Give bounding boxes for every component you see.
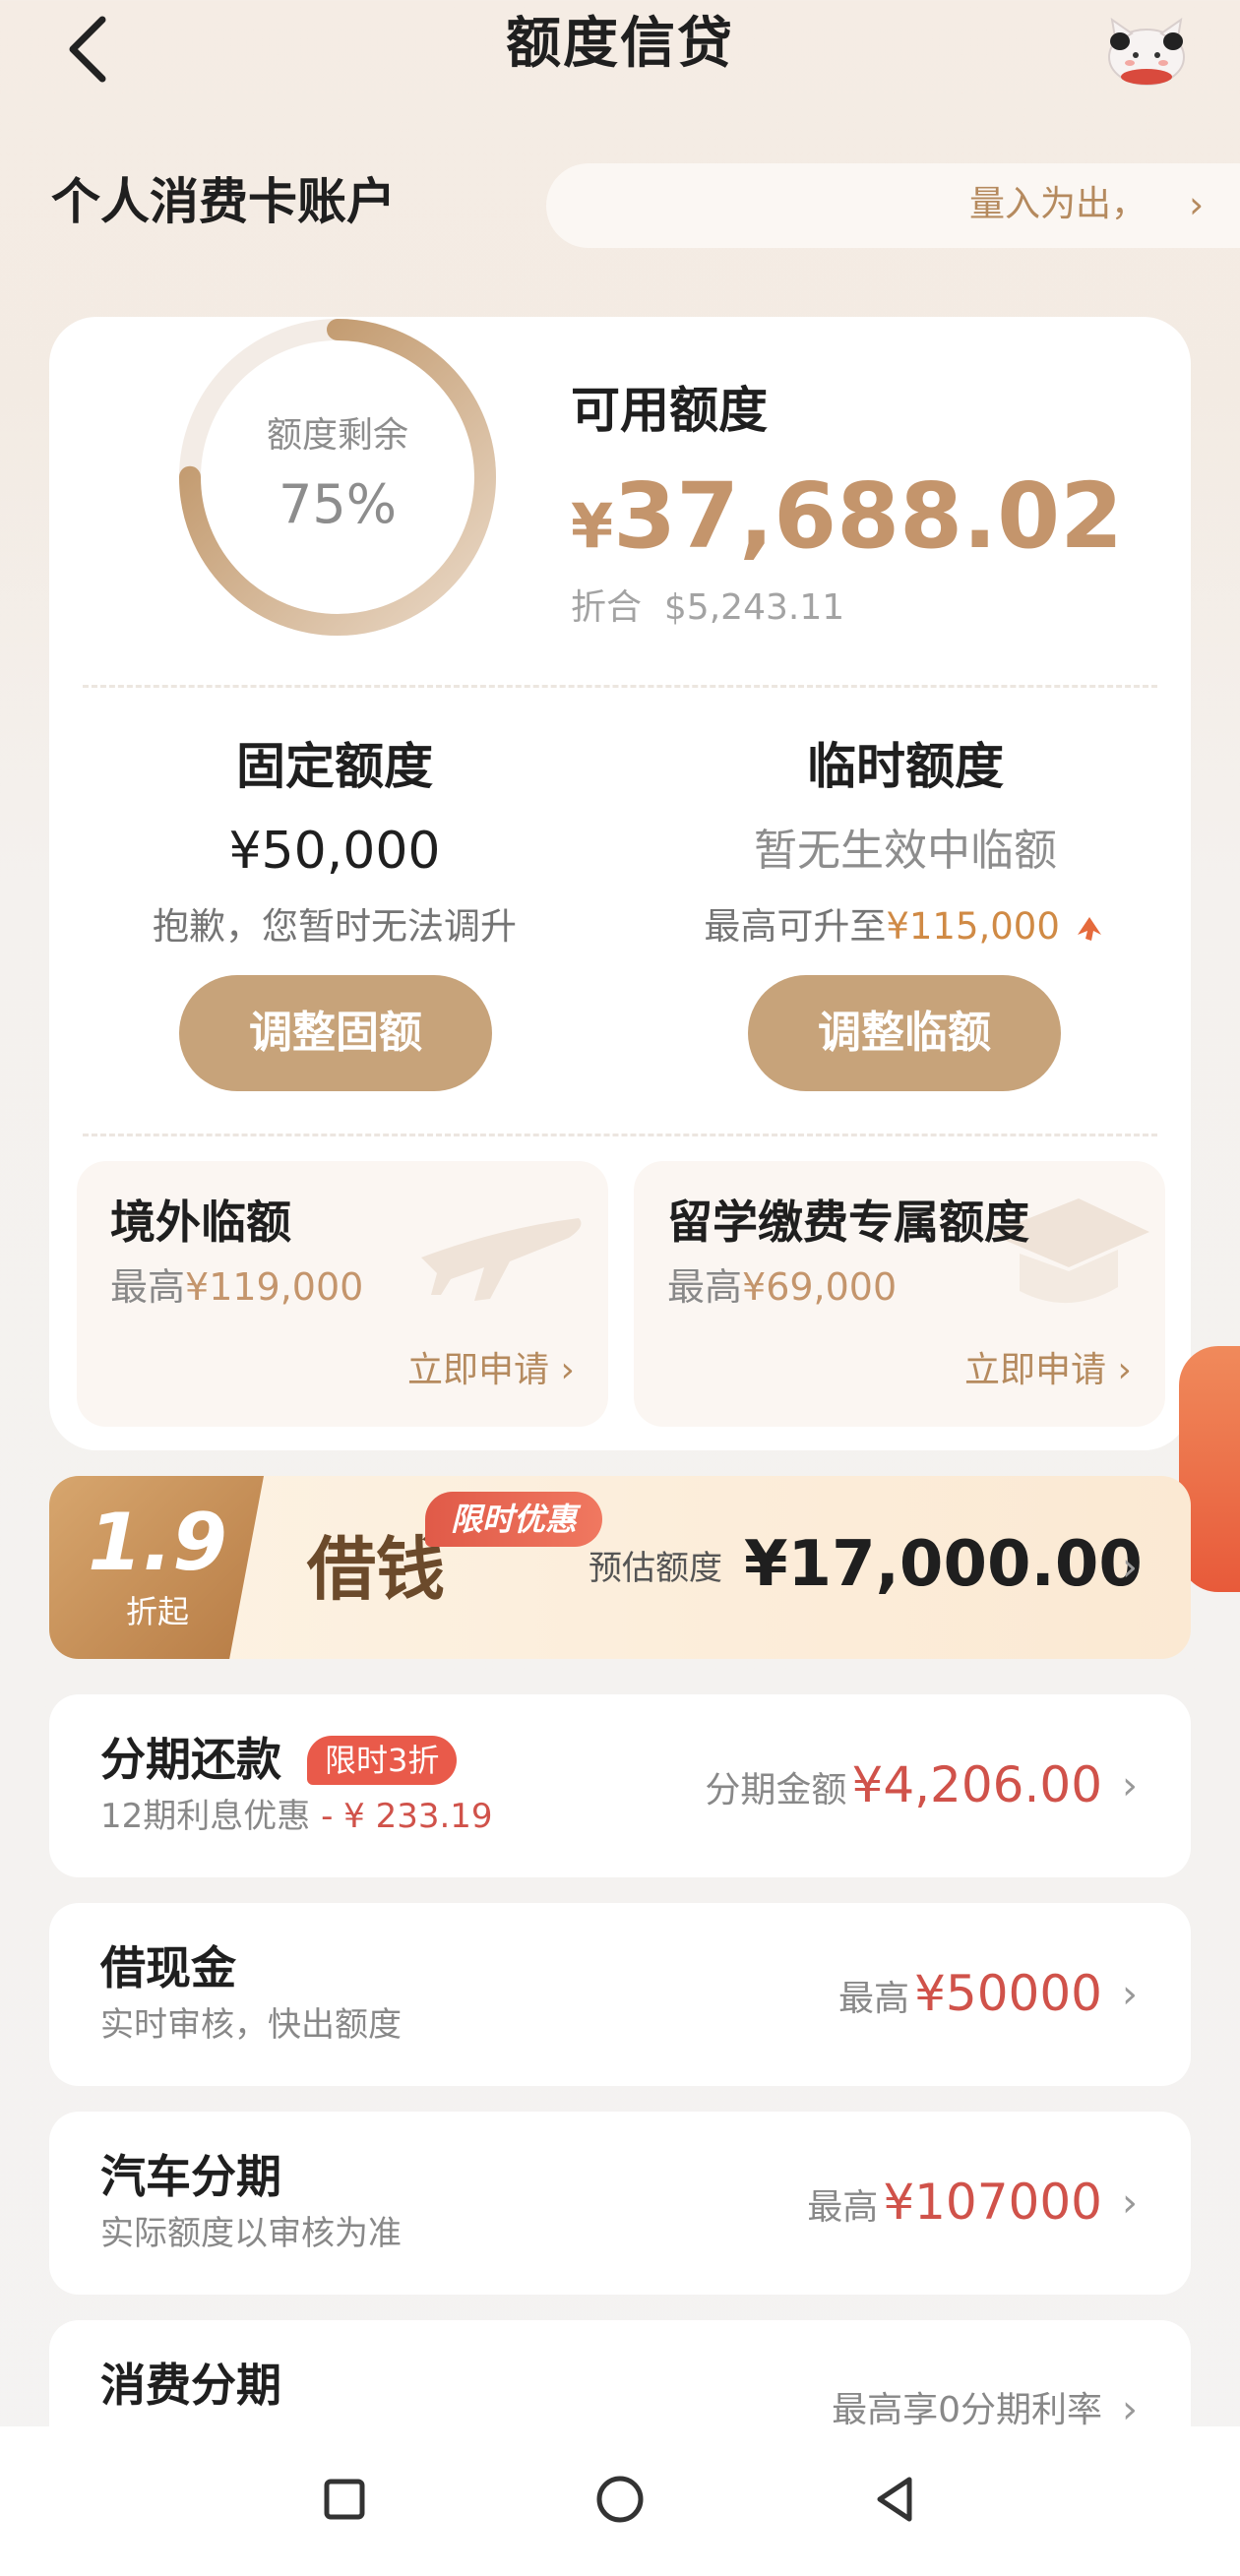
row-subtitle: 12期利息优惠 - ¥ 233.19: [100, 1793, 493, 1840]
row-subtitle: 实际额度以审核为准: [100, 2214, 402, 2253]
temp-limit-value: 暂无生效中临额: [754, 826, 1057, 876]
overseas-limit-sub: 最高¥119,000: [110, 1261, 363, 1313]
row-right: 分期金额 ¥4,206.00: [705, 1755, 1102, 1820]
discount-sub: 折起: [125, 1593, 189, 1630]
row-title: 分期还款: [100, 1733, 281, 1786]
row-right: 最高 ¥50000: [838, 1964, 1102, 2029]
divider: [83, 1134, 1157, 1136]
overseas-apply-link[interactable]: 立即申请 ›: [407, 1346, 575, 1395]
row-title: 汽车分期: [100, 2150, 281, 2203]
chevron-right-icon: ›: [1189, 183, 1205, 226]
limited-offer-tag: 限时优惠: [425, 1492, 602, 1547]
study-abroad-limit-sub: 最高¥69,000: [667, 1261, 897, 1313]
fixed-limit-title: 固定额度: [236, 738, 433, 795]
chevron-right-icon: ›: [1122, 1763, 1138, 1809]
airplane-icon: [421, 1218, 582, 1301]
available-amount: ¥37,688.02: [571, 462, 1123, 581]
row-right-label: 最高: [807, 2187, 879, 2228]
row-right-amount: ¥4,206.00: [851, 1756, 1102, 1813]
up-arrow-icon: [1077, 917, 1101, 941]
chevron-right-icon: ›: [1122, 1972, 1138, 2017]
overseas-limit-sub-prefix: 最高: [110, 1265, 186, 1309]
temp-limit-max-amount: ¥115,000: [886, 905, 1060, 948]
discount-value: 1.9: [88, 1497, 227, 1588]
back-arrow-icon: [69, 16, 106, 83]
row-subtitle: 实时审核，快出额度: [100, 2005, 402, 2045]
interest-discount-amount: - ¥ 233.19: [310, 1797, 493, 1836]
row-subtitle-text: 12期利息优惠: [100, 1797, 311, 1836]
study-abroad-limit-amount: ¥69,000: [742, 1265, 898, 1309]
overseas-limit-amount: ¥119,000: [185, 1265, 364, 1309]
adjust-temp-limit-button[interactable]: 调整临额: [748, 975, 1061, 1091]
estimated-limit-amount: ¥17,000.00: [744, 1528, 1143, 1601]
divider: [83, 685, 1157, 688]
usd-amount: $5,243.11: [663, 587, 845, 628]
temp-limit-note: 最高可升至¥115,000: [620, 901, 1191, 952]
usd-prefix: 折合: [571, 587, 643, 628]
study-abroad-apply-link[interactable]: 立即申请 ›: [964, 1346, 1132, 1395]
circle-icon[interactable]: [581, 2460, 659, 2539]
row-right-amount: ¥50000: [914, 1965, 1102, 2022]
slogan-text[interactable]: 量入为出，: [969, 181, 1147, 228]
available-label: 可用额度: [571, 382, 768, 439]
promo-title: 借钱: [307, 1528, 445, 1610]
triangle-back-icon[interactable]: [856, 2460, 935, 2539]
usd-equivalent: 折合 $5,243.11: [571, 583, 844, 634]
mascot-avatar-icon[interactable]: [1102, 8, 1191, 91]
page-title: 额度信贷: [506, 12, 734, 76]
row-title: 借现金: [100, 1941, 236, 1994]
row-right-amount: ¥107000: [883, 2174, 1102, 2231]
row-right: 最高 ¥107000: [807, 2173, 1102, 2238]
back-button[interactable]: [57, 10, 136, 89]
ring-value: 75%: [278, 473, 398, 535]
currency-symbol: ¥: [571, 490, 614, 562]
ring-label: 额度剩余: [266, 415, 408, 456]
row-right-label: 分期金额: [705, 1770, 847, 1810]
available-amount-value: 37,688.02: [613, 463, 1124, 569]
study-abroad-limit-title: 留学缴费专属额度: [667, 1196, 1029, 1249]
fixed-limit-note: 抱歉，您暂时无法调升: [153, 905, 517, 948]
chevron-right-icon: ›: [1122, 2180, 1138, 2226]
account-section-title: 个人消费卡账户: [51, 173, 396, 230]
temp-limit-note-prefix: 最高可升至: [704, 905, 887, 948]
square-icon[interactable]: [305, 2460, 384, 2539]
chevron-right-icon: ›: [1122, 1545, 1138, 1590]
estimated-limit-label: 预估额度: [589, 1549, 722, 1588]
row-right-label: 最高: [838, 1979, 910, 2019]
fixed-limit-value: ¥50,000: [228, 822, 441, 881]
adjust-fixed-limit-button[interactable]: 调整固额: [179, 975, 492, 1091]
discount-tag: 限时3折: [307, 1736, 458, 1785]
study-abroad-limit-sub-prefix: 最高: [667, 1265, 743, 1309]
temp-limit-title: 临时额度: [807, 738, 1004, 795]
overseas-limit-title: 境外临额: [110, 1196, 291, 1249]
row-title: 消费分期: [100, 2359, 281, 2412]
